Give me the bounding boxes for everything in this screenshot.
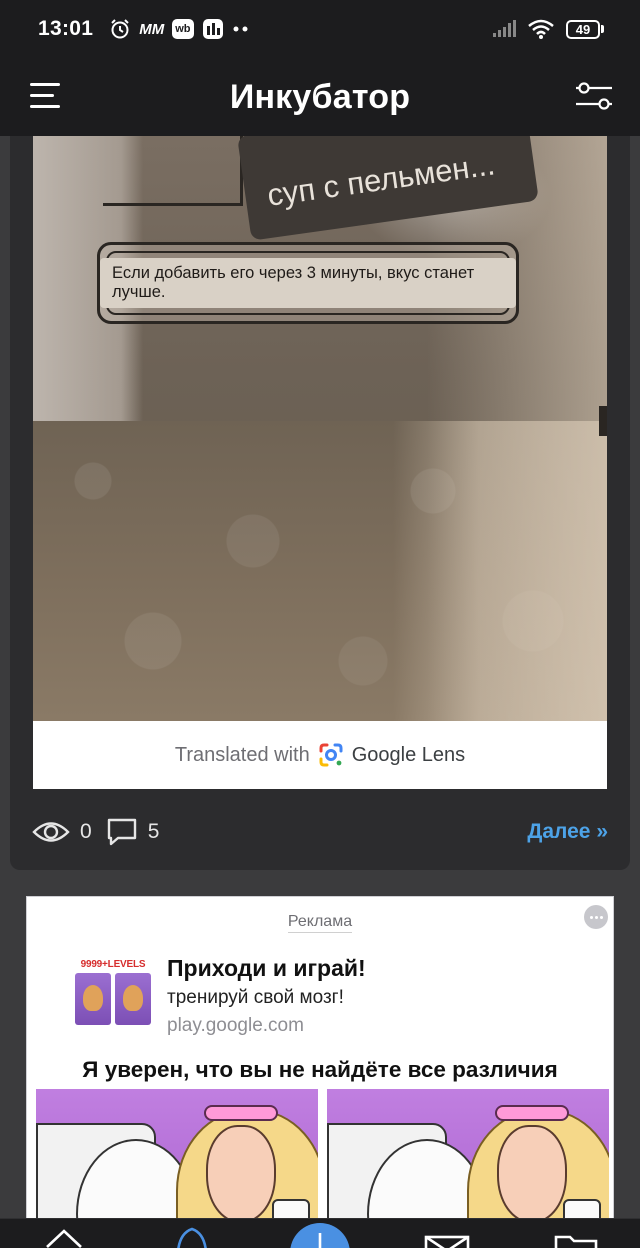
read-more-link[interactable]: Далее » [527,820,608,844]
mail-icon[interactable] [424,1225,470,1248]
ad-subtitle: тренируй свой мозг! [167,987,344,1008]
app-notification-icon [202,19,223,39]
plus-icon [318,1233,322,1248]
ad-icon-text: 9999+LEVELS [80,959,146,970]
status-time: 13:01 [38,17,94,40]
google-lens-icon [319,743,343,767]
mm-badge: MM [139,20,165,38]
lens-caption-brand: Google Lens [351,743,466,766]
ad-card[interactable]: Реклама 9999+LEVELS Приходи и играй! тре… [26,896,614,1248]
post-card: суп с пельмен... Если добавить его через… [10,136,630,870]
ad-label: Реклама [27,913,613,933]
package-label-text: суп с пельмен... [265,146,498,213]
drop-icon[interactable] [172,1225,212,1248]
folder-icon[interactable] [554,1225,598,1248]
status-bar: 13:01 MM wb 49 [0,0,640,58]
signal-icon [493,20,516,37]
eye-icon [32,822,70,842]
ad-label-text: Реклама [287,913,353,933]
views-stat: 0 [32,819,92,845]
battery-level: 49 [566,19,600,39]
system-icons: 49 [492,19,604,39]
wb-badge: wb [172,19,194,39]
ad-headline[interactable]: Я уверен, что вы не найдёте все различия [27,1057,613,1083]
home-icon[interactable] [44,1225,84,1248]
ad-domain[interactable]: play.google.com [167,1015,304,1037]
lens-caption: Translated with Google Lens [33,721,607,789]
ad-title[interactable]: Приходи и играй! [167,955,366,982]
page-title: Инкубатор [229,77,411,116]
comments-stat[interactable]: 5 [106,817,160,847]
screen: 13:01 MM wb 49 Инкубатор суп с пельмен..… [0,0,640,1248]
hamburger-icon[interactable] [30,80,62,112]
post-photo[interactable]: суп с пельмен... Если добавить его через… [33,136,607,721]
views-count: 0 [80,820,92,843]
lens-caption-prefix: Translated with [174,743,310,766]
post-footer: 0 5 Далее » [10,806,630,858]
ad-icon-thumb-left [75,973,111,1025]
comment-icon [107,818,136,846]
wifi-icon [528,19,554,39]
translated-note: Если добавить его через 3 минуты, вкус с… [97,242,519,324]
notification-icons: MM wb [109,18,249,40]
bottom-navigation [0,1218,640,1248]
sliders-icon[interactable] [574,78,614,114]
ad-options-icon[interactable] [584,905,608,929]
comments-count: 5 [147,820,160,843]
ad-icon-thumb-right [115,973,151,1025]
ad-app-icon[interactable]: 9999+LEVELS [73,959,153,1033]
app-bar: Инкубатор [0,58,640,136]
battery-icon: 49 [566,19,604,39]
translated-note-text: Если добавить его через 3 минуты, вкус с… [100,258,516,308]
add-post-button[interactable] [290,1223,350,1248]
alarm-icon [111,19,129,39]
more-notifications-icon [233,26,247,32]
